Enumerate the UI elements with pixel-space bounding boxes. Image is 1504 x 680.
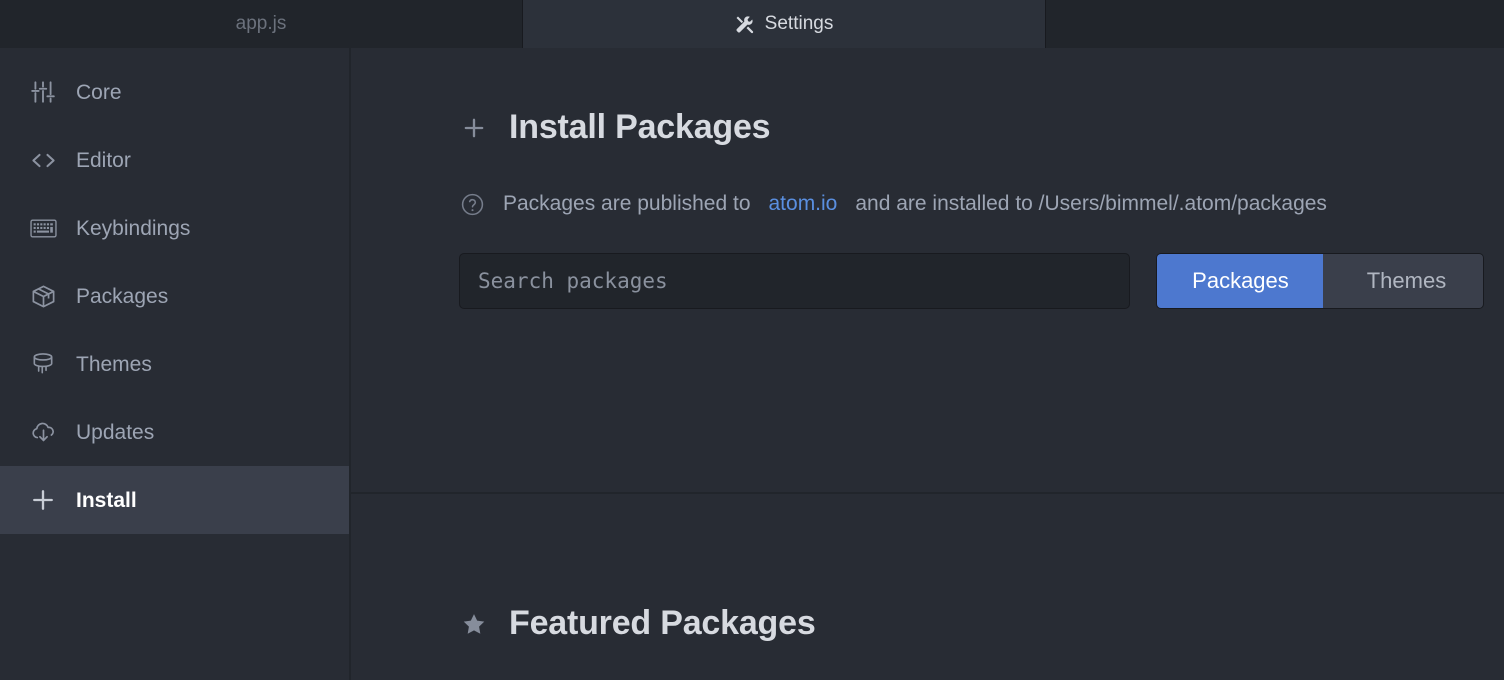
sidebar-item-updates[interactable]: Updates	[0, 398, 349, 466]
sidebar-item-label: Updates	[76, 420, 155, 444]
install-packages-panel: Install Packages Packages are published …	[351, 48, 1504, 494]
settings-workspace: Core Editor Keybindings Packages Themes …	[0, 48, 1504, 680]
star-icon	[459, 609, 489, 639]
paintcan-icon	[28, 349, 58, 379]
settings-main: Install Packages Packages are published …	[351, 48, 1504, 680]
search-row: Packages Themes	[459, 253, 1504, 309]
tab-bar: app.js Settings	[0, 0, 1504, 48]
sidebar-item-editor[interactable]: Editor	[0, 126, 349, 194]
sidebar-item-label: Install	[76, 488, 137, 512]
description-prefix: Packages are published to	[503, 192, 751, 215]
package-type-toggle: Packages Themes	[1156, 253, 1484, 309]
sliders-icon	[28, 77, 58, 107]
description-suffix: and are installed to /Users/bimmel/.atom…	[855, 192, 1327, 215]
install-packages-heading: Install Packages	[459, 108, 1504, 147]
search-packages-input[interactable]	[459, 253, 1131, 309]
cloud-download-icon	[28, 417, 58, 447]
tab-app-js[interactable]: app.js	[0, 0, 523, 48]
atom-io-link[interactable]: atom.io	[769, 192, 838, 216]
sidebar-item-keybindings[interactable]: Keybindings	[0, 194, 349, 262]
plus-icon	[28, 485, 58, 515]
sidebar-item-themes[interactable]: Themes	[0, 330, 349, 398]
tools-icon	[735, 14, 755, 34]
featured-packages-panel: Featured Packages	[351, 494, 1504, 680]
sidebar-item-label: Core	[76, 80, 122, 104]
code-icon	[28, 145, 58, 175]
tab-empty[interactable]	[1046, 0, 1504, 48]
sidebar-item-label: Keybindings	[76, 216, 191, 240]
sidebar-item-label: Editor	[76, 148, 131, 172]
keyboard-icon	[28, 213, 58, 243]
section-title: Featured Packages	[509, 604, 816, 642]
package-icon	[28, 281, 58, 311]
sidebar-item-label: Packages	[76, 284, 169, 308]
sidebar-item-install[interactable]: Install	[0, 466, 349, 534]
plus-icon	[459, 113, 489, 143]
filter-packages-button[interactable]: Packages	[1157, 254, 1324, 308]
sidebar-item-packages[interactable]: Packages	[0, 262, 349, 330]
sidebar-item-core[interactable]: Core	[0, 58, 349, 126]
tab-settings[interactable]: Settings	[523, 0, 1046, 48]
question-circle-icon	[459, 191, 485, 217]
featured-packages-heading: Featured Packages	[459, 604, 1504, 643]
filter-themes-button[interactable]: Themes	[1323, 254, 1484, 308]
settings-sidebar: Core Editor Keybindings Packages Themes …	[0, 48, 351, 680]
tab-label: Settings	[764, 13, 834, 34]
page-title: Install Packages	[509, 108, 771, 146]
tab-label: app.js	[235, 13, 287, 34]
sidebar-item-label: Themes	[76, 352, 152, 376]
install-description: Packages are published to atom.io and ar…	[459, 191, 1504, 217]
